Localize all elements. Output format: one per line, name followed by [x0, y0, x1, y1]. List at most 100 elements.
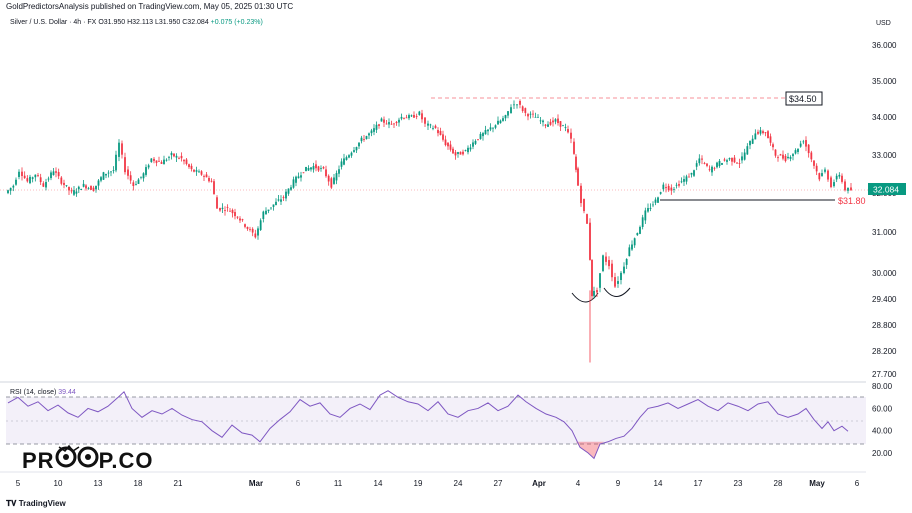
x-tick-label: 9 [616, 479, 621, 488]
x-tick-label: 11 [334, 479, 343, 488]
candle-up [547, 124, 549, 127]
candle-up [647, 208, 649, 212]
candle-up [427, 123, 429, 126]
candle-up [292, 179, 295, 188]
candle-up [599, 273, 601, 288]
candle-up [105, 173, 107, 176]
candle-down [203, 176, 205, 177]
candle-down [60, 177, 63, 184]
candle-up [375, 124, 378, 130]
candle-up [73, 190, 75, 195]
candle-down [688, 176, 690, 178]
candle-up [554, 119, 557, 122]
candle-down [805, 140, 807, 147]
candle-up [623, 266, 625, 273]
candle-down [424, 117, 426, 124]
y-tick-label: 34.000 [872, 113, 897, 122]
candle-down [185, 159, 188, 165]
candle-up [373, 128, 375, 132]
candle-down [129, 175, 132, 181]
candle-down [544, 124, 547, 126]
x-tick-label: 14 [374, 479, 383, 488]
x-tick-label: 23 [734, 479, 743, 488]
candle-up [368, 133, 370, 136]
candle-down [589, 222, 591, 260]
candle-up [835, 175, 838, 180]
x-tick-label: 13 [94, 479, 103, 488]
candle-down [393, 123, 395, 125]
last-price-value: 32.084 [873, 185, 899, 195]
owl-eyes-icon [55, 444, 99, 474]
candle-up [47, 178, 50, 180]
double-bottom-arc-right [603, 287, 631, 297]
candle-down [363, 139, 365, 140]
candle-up [690, 172, 693, 175]
candle-down [160, 162, 163, 164]
candle-up [29, 176, 31, 184]
candle-up [479, 133, 482, 139]
x-tick-label: Apr [532, 479, 546, 488]
candle-up [102, 172, 105, 180]
x-tick-label: 5 [16, 479, 21, 488]
candle-down [596, 290, 598, 293]
candle-up [135, 184, 137, 185]
candle-up [350, 152, 353, 156]
candle-down [447, 142, 449, 147]
support-label: $31.80 [838, 196, 866, 206]
candle-up [345, 157, 348, 160]
tradingview-logo-icon: 𝐓𝐕 [6, 499, 17, 508]
candle-up [398, 119, 400, 123]
x-tick-label: 19 [414, 479, 423, 488]
candle-down [532, 113, 534, 115]
x-tick-label: 18 [134, 479, 143, 488]
candle-up [680, 181, 683, 183]
candle-down [385, 123, 388, 125]
candle-down [444, 139, 447, 146]
candle-down [524, 108, 527, 113]
candle-down [244, 224, 246, 227]
candle-up [728, 158, 731, 160]
candle-up [370, 130, 373, 134]
candle-up [418, 111, 421, 115]
candle-up [353, 150, 355, 152]
x-tick-label: 21 [174, 479, 183, 488]
candle-down [390, 123, 393, 125]
candle-up [685, 176, 688, 182]
candle-up [799, 143, 802, 147]
candle-up [142, 173, 145, 179]
candle-down [713, 167, 716, 169]
chart-canvas[interactable]: 36.00035.00034.00033.00032.00031.00030.0… [0, 0, 912, 513]
candle-down [477, 139, 479, 141]
y-tick-label: 30.000 [872, 269, 897, 278]
resistance-label: $34.50 [789, 94, 817, 104]
candle-up [112, 170, 115, 172]
candle-up [147, 165, 150, 168]
candle-up [285, 191, 287, 199]
candle-up [12, 185, 15, 188]
candle-down [63, 182, 65, 185]
candle-down [315, 164, 317, 169]
candle-up [529, 113, 532, 115]
candle-up [539, 120, 542, 122]
candle-down [205, 174, 208, 178]
candle-down [670, 187, 673, 191]
candle-up [675, 184, 678, 186]
x-tick-label: 28 [774, 479, 783, 488]
candle-down [449, 144, 452, 150]
candle-up [711, 166, 713, 173]
candle-up [270, 207, 272, 209]
candle-down [614, 277, 616, 287]
candle-down [219, 208, 221, 211]
y-tick-label: 29.400 [872, 295, 897, 304]
candle-up [593, 290, 595, 296]
candle-up [287, 188, 290, 194]
candle-up [100, 177, 102, 181]
candle-up [789, 157, 792, 159]
y-tick-label: 27.700 [872, 370, 897, 379]
candle-down [249, 228, 251, 230]
candle-up [320, 168, 322, 169]
candle-up [797, 148, 799, 152]
candle-down [779, 154, 782, 156]
candle-up [335, 173, 338, 181]
candle-up [657, 197, 659, 203]
